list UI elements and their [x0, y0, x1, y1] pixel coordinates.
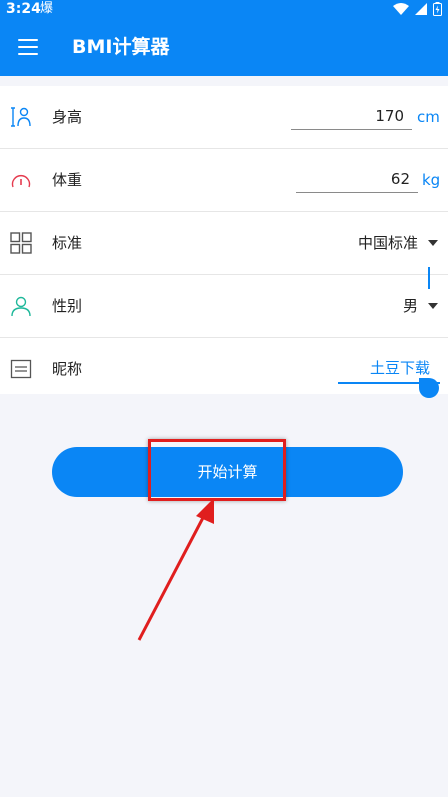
gender-row[interactable]: 性别 男 — [0, 275, 448, 338]
height-label: 身高 — [52, 108, 83, 126]
status-icons — [393, 2, 442, 16]
gender-value: 男 — [402, 297, 418, 315]
standard-label: 标准 — [52, 234, 83, 252]
gender-label: 性别 — [52, 297, 83, 315]
user-icon — [11, 296, 31, 317]
standard-value: 中国标准 — [357, 234, 418, 252]
height-row: 身高 170 cm — [0, 86, 448, 149]
text-cursor — [428, 267, 430, 289]
note-icon — [10, 359, 32, 379]
standard-row[interactable]: 标准 中国标准 — [0, 212, 448, 275]
cursor-handle[interactable] — [419, 378, 439, 398]
annotation-arrow — [137, 498, 214, 641]
battery-icon — [433, 2, 442, 16]
height-input[interactable]: 170 — [291, 102, 412, 130]
notification-icon: 爆 — [40, 1, 54, 16]
gender-select[interactable]: 男 — [403, 275, 438, 337]
app-bar: BMI计算器 — [0, 18, 448, 76]
weight-input[interactable]: 62 — [296, 165, 418, 193]
menu-icon[interactable] — [18, 39, 38, 55]
chevron-down-icon — [428, 240, 438, 246]
weight-label: 体重 — [52, 171, 83, 189]
chevron-down-icon — [428, 303, 438, 309]
weight-row: 体重 62 kg — [0, 149, 448, 212]
nickname-label: 昵称 — [52, 360, 83, 378]
weight-unit: kg — [422, 171, 441, 189]
bmi-form: 身高 170 cm 体重 62 kg 标准 中国标准 性别 男 昵称 土豆下载 — [0, 86, 448, 394]
status-bar: 3:24 爆 — [0, 0, 448, 18]
signal-icon — [415, 3, 427, 15]
grid-icon — [10, 232, 32, 254]
wifi-icon — [393, 3, 409, 15]
height-unit: cm — [417, 108, 440, 126]
scale-icon — [11, 174, 31, 188]
nickname-row: 昵称 土豆下载 — [0, 338, 448, 400]
status-time: 3:24 — [6, 1, 41, 17]
standard-select[interactable]: 中国标准 — [358, 212, 438, 274]
person-height-icon — [11, 107, 31, 127]
app-title: BMI计算器 — [72, 36, 170, 58]
